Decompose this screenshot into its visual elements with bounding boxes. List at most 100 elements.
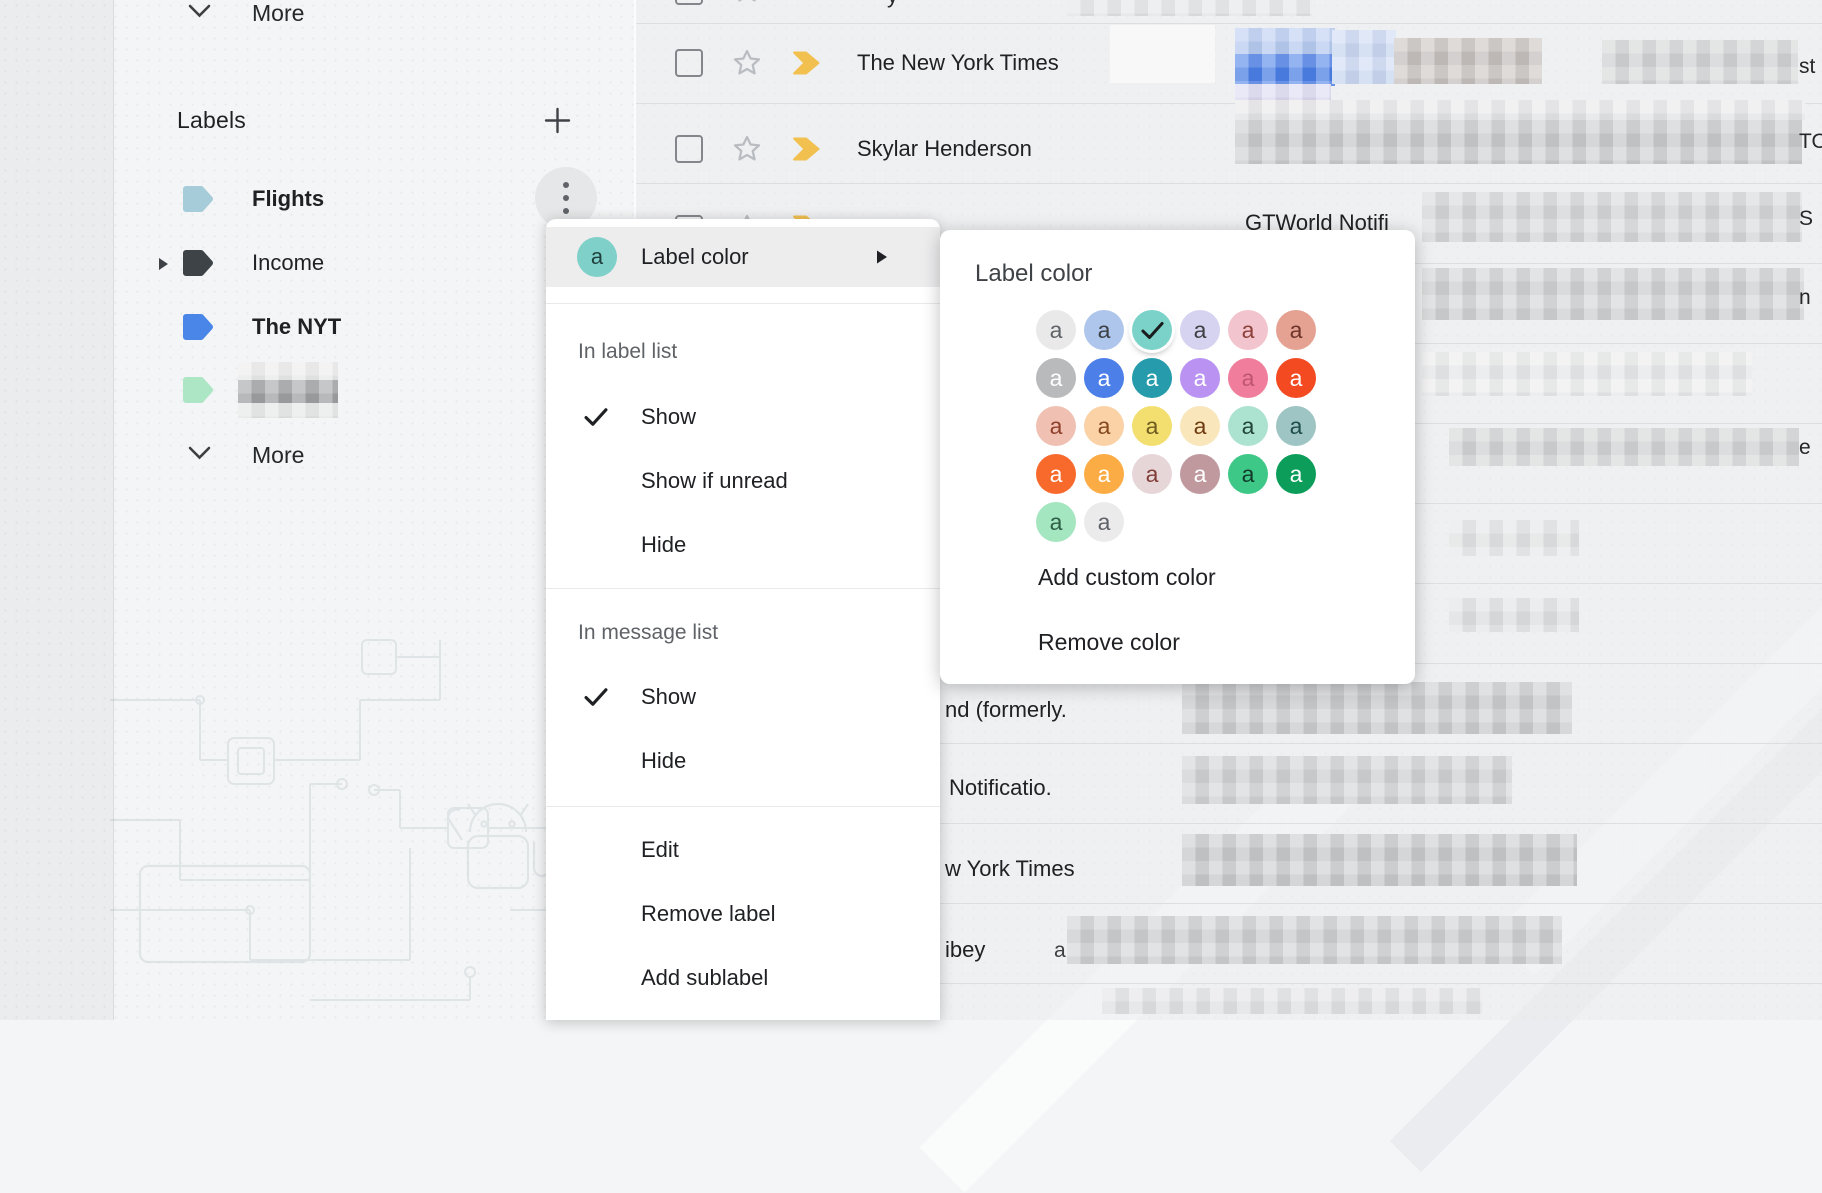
- menu-item-show[interactable]: Show: [546, 665, 940, 729]
- labels-heading: Labels: [177, 107, 246, 134]
- sidebar-more-toggle-bottom[interactable]: More: [252, 442, 304, 469]
- redacted-blur-block: [1182, 756, 1512, 804]
- redacted-blur-block: [1332, 30, 1396, 84]
- clipped-date-fragment: e: [1799, 436, 1811, 460]
- color-swatch[interactable]: a: [1084, 406, 1124, 446]
- menu-item-show[interactable]: Show: [546, 385, 940, 449]
- email-row-fragment[interactable]: Notificatio.: [949, 775, 1052, 801]
- label-name: Flights: [252, 186, 324, 212]
- color-swatch[interactable]: a: [1036, 502, 1076, 542]
- sidebar-more-toggle-top[interactable]: More: [252, 0, 304, 27]
- menu-item-label-color[interactable]: aLabel color: [546, 225, 940, 289]
- star-icon[interactable]: [731, 133, 763, 165]
- chevron-down-icon[interactable]: [188, 446, 211, 461]
- clipped-date-fragment: TO: [1799, 130, 1822, 154]
- label-tag-icon[interactable]: [181, 248, 214, 278]
- color-swatch[interactable]: a: [1228, 358, 1268, 398]
- menu-item-label: Hide: [641, 532, 686, 558]
- add-custom-color-button[interactable]: Add custom color: [1038, 557, 1216, 597]
- menu-item-remove-label[interactable]: Remove label: [546, 882, 940, 946]
- redacted-blur-block: [1235, 100, 1805, 120]
- color-swatch[interactable]: a: [1036, 406, 1076, 446]
- label-tag-icon[interactable]: [181, 184, 214, 214]
- email-sender: The New York Times: [857, 50, 1059, 76]
- menu-item-hide[interactable]: Hide: [546, 513, 940, 577]
- redacted-blur-block: [1182, 834, 1577, 886]
- menu-item-add-sublabel[interactable]: Add sublabel: [546, 946, 940, 1010]
- color-swatch[interactable]: a: [1180, 310, 1220, 350]
- color-swatch[interactable]: a: [1228, 406, 1268, 446]
- color-swatch[interactable]: a: [1180, 358, 1220, 398]
- redacted-blur-block: [1067, 916, 1562, 964]
- sidebar-label-row[interactable]: [113, 358, 593, 422]
- color-swatch[interactable]: a: [1084, 310, 1124, 350]
- email-row-fragment[interactable]: nd (formerly.: [945, 697, 1067, 723]
- sidebar-label-row[interactable]: The NYT: [113, 295, 593, 359]
- color-swatch[interactable]: [1132, 310, 1172, 350]
- create-label-button[interactable]: [544, 107, 571, 134]
- label-tag-icon[interactable]: [181, 312, 214, 342]
- redacted-blur-block: [1394, 38, 1542, 84]
- star-icon[interactable]: [731, 0, 763, 6]
- email-row-fragment[interactable]: w York Times: [945, 856, 1075, 882]
- email-row-fragment[interactable]: ibey: [945, 937, 985, 963]
- redacted-blur-block: [1235, 120, 1802, 164]
- menu-item-show-if-unread[interactable]: Show if unread: [546, 449, 940, 513]
- label-name: The NYT: [252, 314, 341, 340]
- sidebar-label-row[interactable]: Flights: [113, 167, 593, 231]
- redacted-blur-block: [1067, 0, 1312, 16]
- color-swatch[interactable]: a: [1036, 454, 1076, 494]
- label-tag-icon[interactable]: [181, 375, 214, 405]
- menu-item-edit[interactable]: Edit: [546, 818, 940, 882]
- redacted-label-name: [238, 403, 338, 418]
- star-icon[interactable]: [731, 47, 763, 79]
- color-swatch[interactable]: a: [1180, 454, 1220, 494]
- menu-item-label: Remove label: [641, 901, 776, 927]
- menu-item-label: Show if unread: [641, 468, 788, 494]
- color-swatch[interactable]: a: [1084, 502, 1124, 542]
- clipped-date-fragment: n: [1799, 286, 1811, 310]
- menu-section-header: In label list: [546, 320, 940, 384]
- color-swatch[interactable]: a: [1132, 358, 1172, 398]
- redacted-label-name: [238, 380, 338, 403]
- color-swatch[interactable]: a: [1276, 454, 1316, 494]
- checkbox[interactable]: [675, 49, 703, 77]
- remove-color-button[interactable]: Remove color: [1038, 622, 1180, 662]
- clipped-text-fragment: y: [887, 0, 898, 9]
- menu-item-hide[interactable]: Hide: [546, 729, 940, 793]
- check-icon: [582, 403, 610, 431]
- sidebar-label-row[interactable]: Income: [113, 231, 593, 295]
- checkbox[interactable]: [675, 135, 703, 163]
- color-swatch[interactable]: a: [1036, 310, 1076, 350]
- sidebar: More Labels Flights Income The NYT More: [0, 0, 634, 1020]
- redacted-blur-block: [1602, 40, 1798, 84]
- menu-divider: [546, 303, 940, 304]
- color-swatch[interactable]: a: [1084, 358, 1124, 398]
- color-swatch[interactable]: a: [1132, 406, 1172, 446]
- checkbox[interactable]: [675, 0, 703, 5]
- color-swatch[interactable]: a: [1276, 310, 1316, 350]
- chevron-down-icon[interactable]: [188, 4, 211, 19]
- submenu-arrow-icon[interactable]: [875, 249, 888, 266]
- color-swatch[interactable]: a: [1132, 454, 1172, 494]
- color-swatch[interactable]: a: [1180, 406, 1220, 446]
- redacted-blur-block: [1422, 268, 1804, 320]
- menu-section-header: In message list: [546, 601, 940, 665]
- menu-divider: [546, 588, 940, 589]
- redacted-blur-block: [1449, 520, 1579, 556]
- redacted-blur-block: [1102, 988, 1482, 1014]
- color-swatch[interactable]: a: [1228, 310, 1268, 350]
- menu-item-label: Add sublabel: [641, 965, 768, 991]
- redacted-blur-block: [1182, 682, 1572, 734]
- menu-divider: [546, 806, 940, 807]
- importance-marker-icon[interactable]: [792, 51, 821, 75]
- menu-item-label: Show: [641, 684, 696, 710]
- color-swatch[interactable]: a: [1228, 454, 1268, 494]
- color-swatch[interactable]: a: [1036, 358, 1076, 398]
- redacted-blur-block: [1110, 25, 1215, 83]
- importance-marker-icon[interactable]: [792, 137, 821, 161]
- color-swatch[interactable]: a: [1276, 406, 1316, 446]
- expand-arrow-icon[interactable]: [157, 256, 169, 272]
- color-swatch[interactable]: a: [1276, 358, 1316, 398]
- color-swatch[interactable]: a: [1084, 454, 1124, 494]
